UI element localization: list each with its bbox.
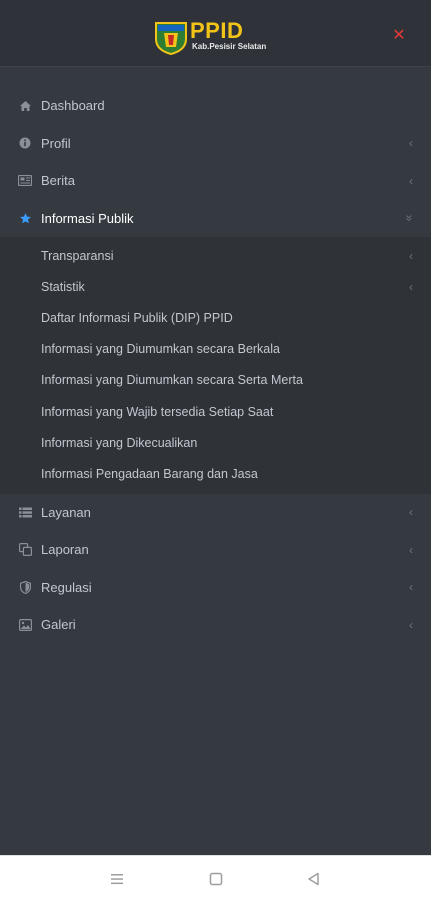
sidebar-item-regulasi[interactable]: Regulasi ‹ (0, 569, 431, 607)
submenu-item-label: Daftar Informasi Publik (DIP) PPID (41, 310, 233, 325)
sidebar-item-label: Dashboard (41, 98, 105, 114)
ppid-logo[interactable]: PPID Kab.Pesisir Selatan (154, 18, 278, 56)
submenu-item-label: Informasi yang Diumumkan secara Serta Me… (41, 373, 303, 388)
chevron-left-icon: ‹ (409, 136, 413, 151)
image-icon (17, 617, 33, 633)
menu-icon[interactable] (106, 868, 128, 890)
newspaper-icon (17, 173, 33, 189)
shield-icon (17, 579, 33, 595)
sidebar-menu: Dashboard Profil ‹ Berita ‹ Informasi Pu… (0, 87, 431, 644)
sidebar-item-label: Berita (41, 173, 75, 189)
home-square-icon[interactable] (205, 868, 227, 890)
close-icon[interactable]: ✕ (388, 25, 410, 47)
sidebar-item-label: Laporan (41, 542, 89, 558)
submenu-informasi-publik: Transparansi ‹ Statistik ‹ Daftar Inform… (0, 237, 431, 494)
chevron-left-icon: ‹ (409, 617, 413, 632)
submenu-item-pengadaan[interactable]: Informasi Pengadaan Barang dan Jasa (0, 458, 431, 489)
emblem-icon (155, 22, 187, 55)
logo-subtitle: Kab.Pesisir Selatan (192, 42, 267, 51)
submenu-item-dip[interactable]: Daftar Informasi Publik (DIP) PPID (0, 302, 431, 333)
submenu-item-setiap-saat[interactable]: Informasi yang Wajib tersedia Setiap Saa… (0, 396, 431, 427)
chevron-left-icon: ‹ (409, 542, 413, 557)
sidebar-item-label: Profil (41, 135, 71, 151)
star-icon (17, 210, 33, 226)
sidebar-item-dashboard[interactable]: Dashboard (0, 87, 431, 125)
header: PPID Kab.Pesisir Selatan ✕ (0, 0, 431, 67)
chevron-left-icon: ‹ (409, 173, 413, 188)
submenu-item-label: Informasi yang Diumumkan secara Berkala (41, 342, 280, 357)
sidebar-item-label: Galeri (41, 617, 76, 633)
sidebar-item-label: Layanan (41, 504, 91, 520)
sidebar-item-berita[interactable]: Berita ‹ (0, 162, 431, 200)
chevron-left-icon: ‹ (409, 505, 413, 520)
submenu-item-label: Informasi yang Dikecualikan (41, 435, 198, 450)
submenu-item-label: Informasi yang Wajib tersedia Setiap Saa… (41, 404, 274, 419)
submenu-item-dikecualikan[interactable]: Informasi yang Dikecualikan (0, 427, 431, 458)
submenu-item-label: Informasi Pengadaan Barang dan Jasa (41, 466, 258, 481)
system-navigation-bar (0, 855, 431, 900)
sidebar-item-laporan[interactable]: Laporan ‹ (0, 531, 431, 569)
chevron-left-icon: ‹ (409, 248, 413, 263)
chevron-down-icon: » (402, 214, 417, 222)
submenu-item-label: Statistik (41, 279, 85, 294)
back-triangle-icon[interactable] (303, 868, 325, 890)
submenu-item-transparansi[interactable]: Transparansi ‹ (0, 240, 431, 271)
submenu-item-label: Transparansi (41, 248, 114, 263)
submenu-item-serta-merta[interactable]: Informasi yang Diumumkan secara Serta Me… (0, 365, 431, 396)
chevron-left-icon: ‹ (409, 580, 413, 595)
info-circle-icon (17, 135, 33, 151)
sidebar-item-informasi-publik[interactable]: Informasi Publik » (0, 200, 431, 238)
home-icon (17, 98, 33, 114)
chevron-left-icon: ‹ (409, 279, 413, 294)
submenu-item-statistik[interactable]: Statistik ‹ (0, 271, 431, 302)
submenu-item-berkala[interactable]: Informasi yang Diumumkan secara Berkala (0, 334, 431, 365)
copy-icon (17, 542, 33, 558)
logo-title: PPID (190, 18, 244, 43)
sidebar-item-layanan[interactable]: Layanan ‹ (0, 494, 431, 532)
sidebar-item-galeri[interactable]: Galeri ‹ (0, 606, 431, 644)
sidebar-item-label: Regulasi (41, 579, 92, 595)
sidebar-item-label: Informasi Publik (41, 210, 134, 226)
list-icon (17, 504, 33, 520)
sidebar-item-profil[interactable]: Profil ‹ (0, 125, 431, 163)
